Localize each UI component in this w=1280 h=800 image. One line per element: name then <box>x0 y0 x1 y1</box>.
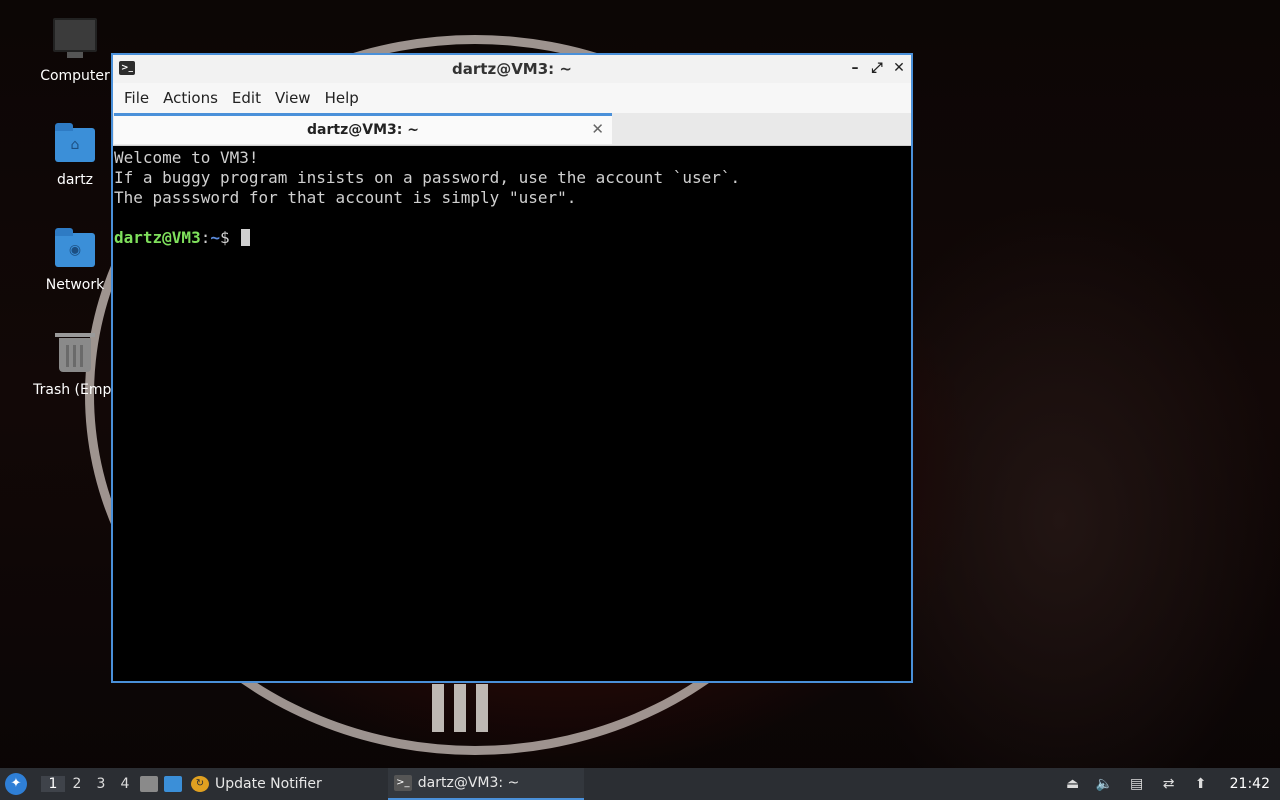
prompt-symbol: $ <box>219 228 240 247</box>
close-button[interactable]: ✕ <box>893 60 905 76</box>
tab-terminal[interactable]: dartz@VM3: ~ ✕ <box>114 113 612 144</box>
menu-file[interactable]: File <box>117 89 156 107</box>
menu-view[interactable]: View <box>268 89 318 107</box>
terminal-app-icon: >_ <box>119 61 135 75</box>
computer-icon <box>53 18 97 62</box>
menu-bar: File Actions Edit View Help <box>113 83 911 113</box>
minimize-button[interactable]: – <box>849 60 861 76</box>
system-tray: ⏏ 🔈 ▤ ⇄ ⬆ 21:42 <box>1064 775 1280 793</box>
terminal-line: Welcome to VM3! <box>114 148 259 167</box>
terminal-cursor <box>241 229 251 246</box>
terminal-line: The passsword for that account is simply… <box>114 188 577 207</box>
home-folder-icon: ⌂ <box>53 122 97 166</box>
start-menu-icon[interactable]: ✦ <box>5 773 27 795</box>
trash-icon <box>53 332 97 376</box>
clock[interactable]: 21:42 <box>1230 776 1270 792</box>
update-tray-icon[interactable]: ⬆ <box>1192 775 1210 793</box>
prompt-path: ~ <box>210 228 220 247</box>
terminal-window[interactable]: >_ dartz@VM3: ~ – ⤢ ✕ File Actions Edit … <box>111 53 913 683</box>
prompt-user: dartz@VM3 <box>114 228 201 247</box>
task-label: Update Notifier <box>215 776 322 792</box>
network-icon[interactable]: ⇄ <box>1160 775 1178 793</box>
window-titlebar[interactable]: >_ dartz@VM3: ~ – ⤢ ✕ <box>113 55 911 83</box>
task-terminal[interactable]: >_ dartz@VM3: ~ <box>387 768 584 800</box>
task-update-notifier[interactable]: ↻ Update Notifier <box>185 768 328 800</box>
taskbar: ✦ 1 2 3 4 ↻ Update Notifier >_ dartz@VM3… <box>0 768 1280 800</box>
eject-icon[interactable]: ⏏ <box>1064 775 1082 793</box>
tab-bar: dartz@VM3: ~ ✕ <box>113 113 911 146</box>
terminal-prompt-line: dartz@VM3:~$ <box>114 228 910 248</box>
volume-icon[interactable]: 🔈 <box>1096 775 1114 793</box>
show-desktop-icon[interactable] <box>164 776 182 792</box>
clipboard-icon[interactable]: ▤ <box>1128 775 1146 793</box>
workspace-2[interactable]: 2 <box>65 776 89 792</box>
workspace-3[interactable]: 3 <box>89 776 113 792</box>
menu-help[interactable]: Help <box>318 89 366 107</box>
menu-edit[interactable]: Edit <box>225 89 268 107</box>
wallpaper-emblem-bars <box>432 684 502 734</box>
terminal-output[interactable]: Welcome to VM3! If a buggy program insist… <box>113 146 911 250</box>
workspace-4[interactable]: 4 <box>113 776 137 792</box>
maximize-button[interactable]: ⤢ <box>871 60 883 76</box>
network-folder-icon: ◉ <box>53 227 97 271</box>
prompt-separator: : <box>200 228 211 247</box>
terminal-task-icon: >_ <box>393 775 412 791</box>
update-notifier-icon: ↻ <box>191 776 209 792</box>
file-manager-launcher-icon[interactable] <box>140 776 158 792</box>
tab-label: dartz@VM3: ~ <box>307 122 419 138</box>
tab-close-icon[interactable]: ✕ <box>591 120 604 138</box>
workspace-1[interactable]: 1 <box>41 776 65 792</box>
menu-actions[interactable]: Actions <box>156 89 225 107</box>
terminal-line: If a buggy program insists on a password… <box>114 168 741 187</box>
window-title: dartz@VM3: ~ <box>452 60 572 78</box>
task-label: dartz@VM3: ~ <box>417 775 520 791</box>
